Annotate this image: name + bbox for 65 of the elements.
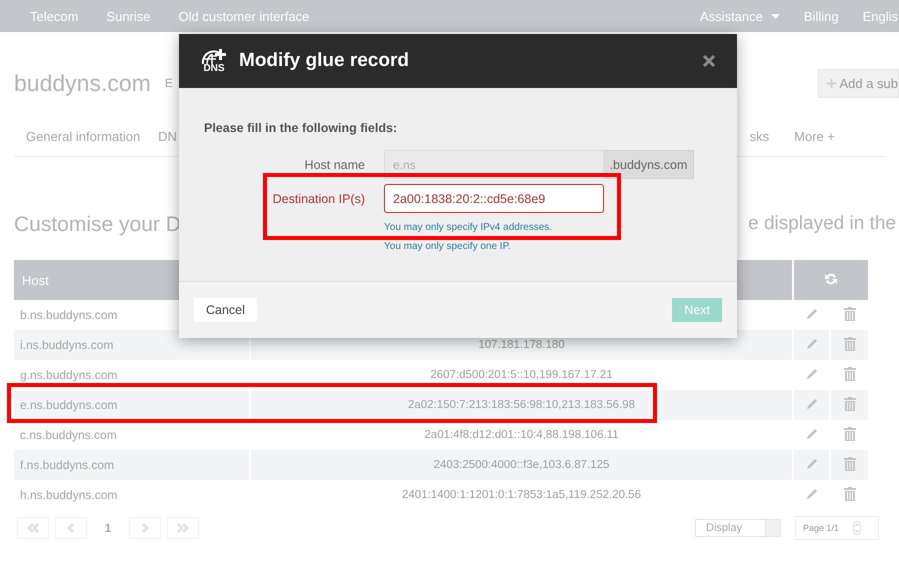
nav-link[interactable]: Englis (862, 8, 898, 24)
form-instruction: Please fill in the following fields: (204, 121, 398, 135)
host-name: c.ns.buddyns.com (20, 428, 117, 442)
validation-message: You may only specify IPv4 addresses. (384, 222, 554, 233)
host-name: i.ns.buddyns.com (20, 338, 114, 352)
domain-title: buddyns.com (14, 70, 151, 96)
first-page-button[interactable] (17, 517, 49, 539)
last-page-button[interactable] (167, 517, 199, 539)
close-icon (703, 55, 715, 67)
ip-address: 2a01:4f8:d12:d01::10:4,88.198.106.11 (424, 429, 619, 441)
nav-link[interactable]: Sunrise (106, 8, 150, 24)
edit-icon[interactable] (804, 426, 818, 440)
nav-link[interactable]: Old customer interface (178, 8, 310, 24)
nav-link[interactable]: Billing (804, 8, 839, 24)
tab[interactable]: sks (750, 128, 770, 144)
ip-address: 2401:1400:1:1201:0:1:7853:1a5,119.252.20.56 (402, 489, 641, 501)
domain-subtitle: E (164, 76, 173, 90)
refresh-icon[interactable] (824, 272, 838, 286)
edit-icon[interactable] (804, 366, 818, 380)
section-heading: e displayed in the (748, 213, 896, 236)
trash-icon[interactable] (844, 336, 856, 350)
cancel-button[interactable]: Cancel (194, 298, 257, 322)
field-label: Host name (304, 158, 365, 172)
host-name: g.ns.buddyns.com (20, 368, 118, 382)
edit-icon[interactable] (804, 306, 818, 320)
previous-page-button[interactable] (55, 517, 87, 539)
trash-icon[interactable] (844, 396, 856, 410)
host-name: f.ns.buddyns.com (20, 458, 114, 472)
next-page-button[interactable] (129, 517, 161, 539)
ip-address: 2607:d500:201:5::10,199.167.17.21 (430, 369, 613, 381)
trash-icon[interactable] (844, 486, 856, 500)
nav-link[interactable]: Assistance (700, 8, 780, 24)
close-button[interactable] (703, 55, 715, 67)
page-number[interactable]: 1 (93, 521, 123, 535)
ip-address: 107.181.178.180 (478, 339, 565, 351)
edit-icon[interactable] (804, 336, 818, 350)
ip-address: 2a02:150:7:213:183:56:98:10,213.183.56.98 (408, 399, 636, 411)
ip-address-field[interactable]: 2a00:1838:20:2::cd5e:68e9 (384, 184, 604, 213)
spinner-icon[interactable] (853, 521, 862, 535)
trash-icon[interactable] (844, 306, 856, 320)
nav-link[interactable]: Telecom (30, 8, 78, 24)
field-label: Destination IP(s) (272, 192, 365, 206)
validation-message: You may only specify one IP. (384, 241, 512, 252)
dns-logo: DNS (199, 48, 229, 74)
edit-icon[interactable] (804, 456, 818, 470)
domain-suffix: .buddyns.com (604, 150, 694, 179)
tab[interactable]: More + (794, 128, 835, 144)
last-page-icon (176, 523, 190, 533)
page-field[interactable]: Page 1/1 (795, 516, 879, 540)
edit-icon[interactable] (804, 486, 818, 500)
host-name: e.ns.buddyns.com (20, 398, 118, 412)
dialog-title: Modify glue record (239, 50, 409, 72)
tab[interactable]: General information (26, 128, 140, 144)
host-name: h.ns.buddyns.com (20, 488, 118, 502)
display-select[interactable]: Display (695, 519, 781, 537)
tab[interactable]: DN (158, 128, 177, 144)
add-subdomain-button[interactable]: Add a sub (818, 68, 899, 98)
plus-icon (827, 78, 836, 88)
trash-icon[interactable] (844, 456, 856, 470)
edit-icon[interactable] (804, 396, 818, 410)
host-name: b.ns.buddyns.com (20, 308, 118, 322)
ip-address: 2403:2500:4000::f3e,103.6.87.125 (434, 459, 610, 471)
trash-icon[interactable] (844, 426, 856, 440)
trash-icon[interactable] (844, 366, 856, 380)
first-page-icon (26, 523, 40, 533)
